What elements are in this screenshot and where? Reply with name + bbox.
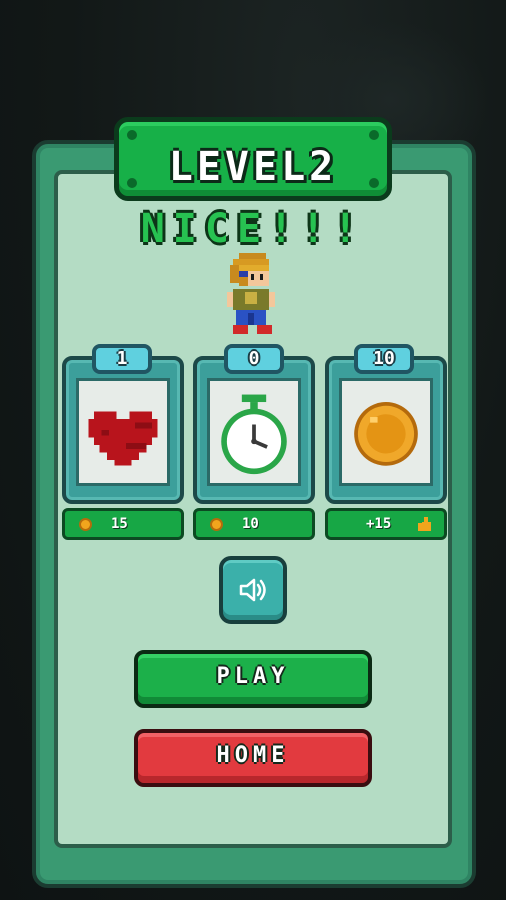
stopwatch-icon: [221, 394, 287, 475]
powerup-buy-button[interactable]: 10: [193, 508, 315, 540]
powerup-count-badge: 0: [224, 344, 284, 374]
home-button[interactable]: HOME: [134, 729, 372, 787]
powerup-window: [339, 378, 433, 486]
speaker-icon: [239, 578, 266, 602]
level-title-plate: LEVEL2: [114, 117, 392, 201]
heart-icon: [88, 411, 158, 466]
powerup-price: 10: [242, 516, 259, 532]
rivet-icon: [127, 130, 137, 140]
powerup-card-coin[interactable]: [325, 356, 447, 504]
powerup-count-badge: 10: [354, 344, 414, 374]
level-title: LEVEL2: [168, 144, 338, 190]
powerup-buy-button[interactable]: 15: [62, 508, 184, 540]
powerup-price: 15: [111, 516, 128, 532]
powerup-window: [207, 378, 301, 486]
player-character-icon: [227, 253, 275, 334]
powerup-card-heart[interactable]: [62, 356, 184, 504]
gold-coin-icon: [354, 402, 418, 466]
thumbs-up-icon: [418, 517, 431, 531]
result-message: NICE!!!: [140, 206, 366, 252]
coin-icon: [79, 518, 92, 531]
powerup-window: [76, 378, 170, 486]
powerup-count-badge: 1: [92, 344, 152, 374]
powerup-buy-button[interactable]: +15: [325, 508, 447, 540]
play-button[interactable]: PLAY: [134, 650, 372, 708]
coin-icon: [210, 518, 223, 531]
powerup-price: +15: [366, 516, 392, 532]
sound-toggle-button[interactable]: [219, 556, 287, 624]
rivet-icon: [369, 130, 379, 140]
powerup-card-stopwatch[interactable]: [193, 356, 315, 504]
